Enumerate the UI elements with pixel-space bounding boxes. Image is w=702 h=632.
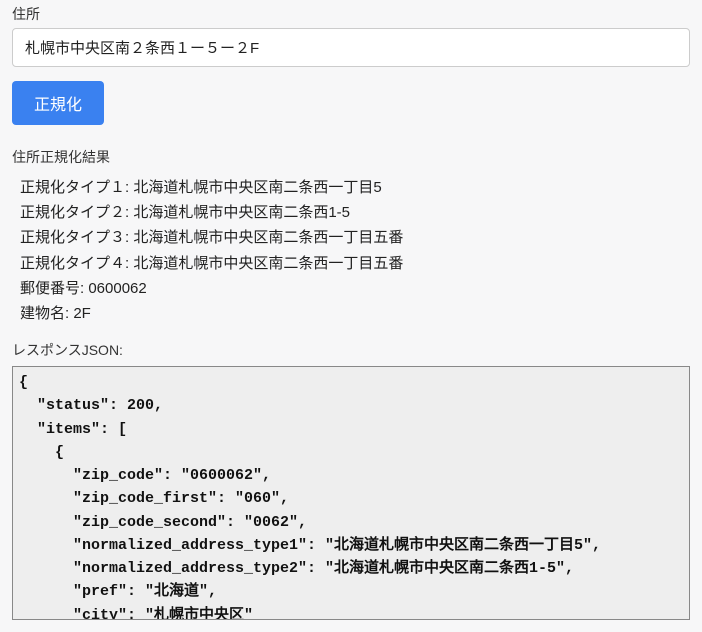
result-label: 正規化タイプ３: [20, 229, 133, 246]
result-line-type2: 正規化タイプ２: 北海道札幌市中央区南二条西1-5 [20, 200, 690, 225]
result-value: 2F [73, 305, 91, 322]
result-label: 建物名: [20, 305, 73, 322]
normalize-button[interactable]: 正規化 [12, 81, 104, 125]
result-line-type4: 正規化タイプ４: 北海道札幌市中央区南二条西一丁目五番 [20, 251, 690, 276]
result-line-type1: 正規化タイプ１: 北海道札幌市中央区南二条西一丁目5 [20, 175, 690, 200]
result-list: 正規化タイプ１: 北海道札幌市中央区南二条西一丁目5 正規化タイプ２: 北海道札… [20, 175, 690, 326]
result-value: 北海道札幌市中央区南二条西一丁目五番 [133, 255, 403, 272]
address-input-label: 住所 [12, 4, 690, 24]
response-json-box[interactable]: { "status": 200, "items": [ { "zip_code"… [12, 366, 690, 620]
result-label: 正規化タイプ２: [20, 204, 133, 221]
result-line-building: 建物名: 2F [20, 301, 690, 326]
result-section-title: 住所正規化結果 [12, 147, 690, 167]
result-label: 正規化タイプ４: [20, 255, 133, 272]
response-json-label: レスポンスJSON: [12, 340, 690, 360]
result-line-zip: 郵便番号: 0600062 [20, 276, 690, 301]
result-label: 郵便番号: [20, 280, 88, 297]
result-label: 正規化タイプ１: [20, 179, 133, 196]
result-value: 北海道札幌市中央区南二条西一丁目五番 [133, 229, 403, 246]
result-value: 北海道札幌市中央区南二条西1-5 [133, 204, 350, 221]
page-root: 住所 正規化 住所正規化結果 正規化タイプ１: 北海道札幌市中央区南二条西一丁目… [0, 4, 702, 632]
result-value: 0600062 [88, 280, 146, 297]
result-value: 北海道札幌市中央区南二条西一丁目5 [133, 179, 381, 196]
address-input[interactable] [12, 28, 690, 67]
result-line-type3: 正規化タイプ３: 北海道札幌市中央区南二条西一丁目五番 [20, 225, 690, 250]
